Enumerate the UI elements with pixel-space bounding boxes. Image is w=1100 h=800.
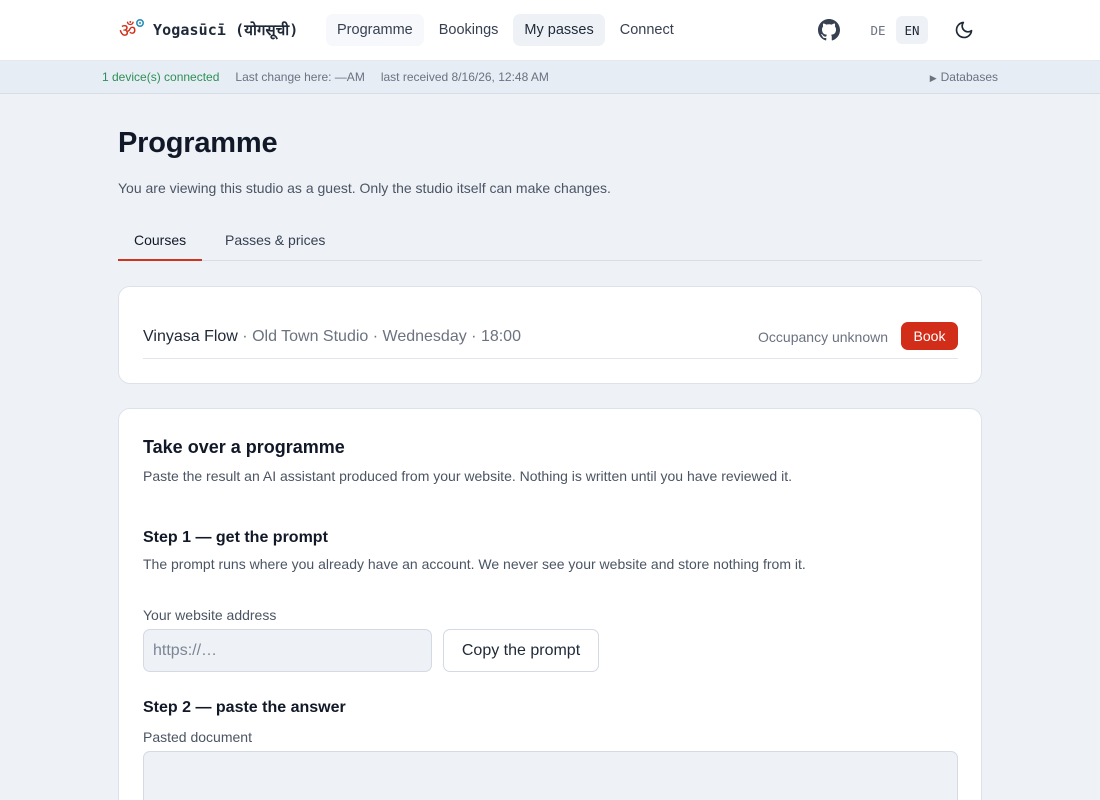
main-nav: Programme Bookings My passes Connect [326,14,685,46]
course-info: Vinyasa Flow · Old Town Studio · Wednesd… [143,328,521,346]
takeover-description: Paste the result an AI assistant produce… [143,468,792,484]
course-list-card: Vinyasa Flow · Old Town Studio · Wednesd… [118,286,982,384]
pasted-document-label: Pasted document [143,729,252,745]
databases-toggle[interactable]: ▶ Databases [930,70,998,84]
website-label: Your website address [143,607,277,623]
step1-text: The prompt runs where you already have a… [143,556,806,572]
moon-icon[interactable] [954,20,974,40]
copy-prompt-button[interactable]: Copy the prompt [443,629,599,672]
sync-status-bar: 1 device(s) connected Last change here: … [0,61,1100,94]
top-navigation-bar: ॐ Yogasūcī (योगसूची) Programme Bookings … [0,0,1100,61]
occupancy-status: Occupancy unknown [758,329,888,345]
brand[interactable]: ॐ Yogasūcī (योगसूची) [119,18,298,42]
language-switcher: DE EN [862,16,928,44]
connected-devices: 1 device(s) connected [102,70,220,84]
triangle-right-icon: ▶ [929,73,937,83]
last-received: last received 8/16/26, 12:48 AM [380,70,549,84]
nav-item-bookings[interactable]: Bookings [428,14,510,46]
last-change: Last change here: —AM [235,70,365,84]
page-title: Programme [118,127,278,159]
takeover-card: Take over a programme Paste the result a… [118,408,982,800]
brand-name: Yogasūcī (योगसूची) [153,21,299,39]
step1-title: Step 1 — get the prompt [143,529,328,546]
course-row: Vinyasa Flow · Old Town Studio · Wednesd… [143,311,958,359]
svg-text:ॐ: ॐ [119,20,136,42]
databases-label: Databases [940,70,998,84]
step2-title: Step 2 — paste the answer [143,699,346,716]
nav-item-my-passes[interactable]: My passes [513,14,605,46]
nav-item-programme[interactable]: Programme [326,14,424,46]
course-details: · Old Town Studio · Wednesday · 18:00 [237,328,521,345]
nav-item-connect[interactable]: Connect [609,14,685,46]
tab-courses[interactable]: Courses [118,224,203,261]
guest-notice: You are viewing this studio as a guest. … [118,180,611,196]
website-input[interactable] [143,629,432,672]
pasted-document-textarea[interactable] [143,751,958,800]
course-name: Vinyasa Flow [143,328,238,345]
programme-tabs: Courses Passes & prices [118,224,982,261]
github-icon[interactable] [818,19,840,41]
takeover-title: Take over a programme [143,437,345,457]
tab-passes-prices[interactable]: Passes & prices [209,224,341,261]
book-button[interactable]: Book [901,322,958,350]
om-icon: ॐ [119,18,144,42]
language-de-button[interactable]: DE [862,16,894,44]
language-en-button[interactable]: EN [896,16,928,44]
